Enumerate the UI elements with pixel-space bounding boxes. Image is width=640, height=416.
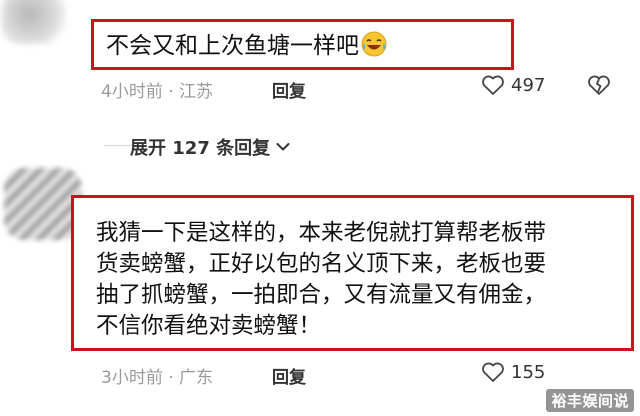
chevron-down-icon <box>276 142 290 152</box>
comment-1-text: 不会又和上次鱼塘一样吧 <box>106 31 387 60</box>
comment-2-meta: 3小时前 · 广东 <box>101 368 214 388</box>
heart-outline-icon <box>481 361 505 383</box>
comment-2-line: 抽了抓螃蟹，一拍即合，又有流量又有佣金， <box>96 282 547 308</box>
comment-1-like-count: 497 <box>511 74 546 96</box>
broken-heart-icon[interactable] <box>587 74 611 96</box>
expand-divider <box>104 145 132 146</box>
commenter-avatar-1[interactable] <box>2 0 72 44</box>
laughing-tears-emoji-icon <box>361 31 387 57</box>
expand-replies-button[interactable]: 展开 127 条回复 <box>130 134 290 160</box>
comment-1-highlight: 不会又和上次鱼塘一样吧 <box>91 19 514 70</box>
watermark-label: 裕丰娱间说 <box>546 389 634 412</box>
heart-outline-icon <box>481 74 505 96</box>
comment-1-meta: 4小时前 · 江苏 <box>101 82 214 102</box>
comment-2-highlight: 我猜一下是这样的，本来老倪就打算帮老板带 货卖螃蟹，正好以包的名义顶下来，老板也… <box>71 195 634 351</box>
comment-1-reply-button[interactable]: 回复 <box>272 77 306 102</box>
comment-1-body: 不会又和上次鱼塘一样吧 <box>106 33 359 59</box>
expand-replies-label: 展开 127 条回复 <box>130 138 271 159</box>
comment-2-reply-button[interactable]: 回复 <box>272 363 306 388</box>
comment-2-line: 不信你看绝对卖螃蟹！ <box>96 313 322 339</box>
comment-1-like-button[interactable]: 497 <box>481 74 545 96</box>
comment-2-line: 货卖螃蟹，正好以包的名义顶下来，老板也要 <box>96 251 547 277</box>
comment-2-like-button[interactable]: 155 <box>481 361 545 383</box>
comment-2-text: 我猜一下是这样的，本来老倪就打算帮老板带 货卖螃蟹，正好以包的名义顶下来，老板也… <box>96 218 621 342</box>
comment-2-like-count: 155 <box>511 361 546 383</box>
comment-thread: 不会又和上次鱼塘一样吧 4小时前 · 江苏 回复 497 展开 127 条回复 <box>0 0 640 416</box>
comment-2-line: 我猜一下是这样的，本来老倪就打算帮老板带 <box>96 220 547 246</box>
